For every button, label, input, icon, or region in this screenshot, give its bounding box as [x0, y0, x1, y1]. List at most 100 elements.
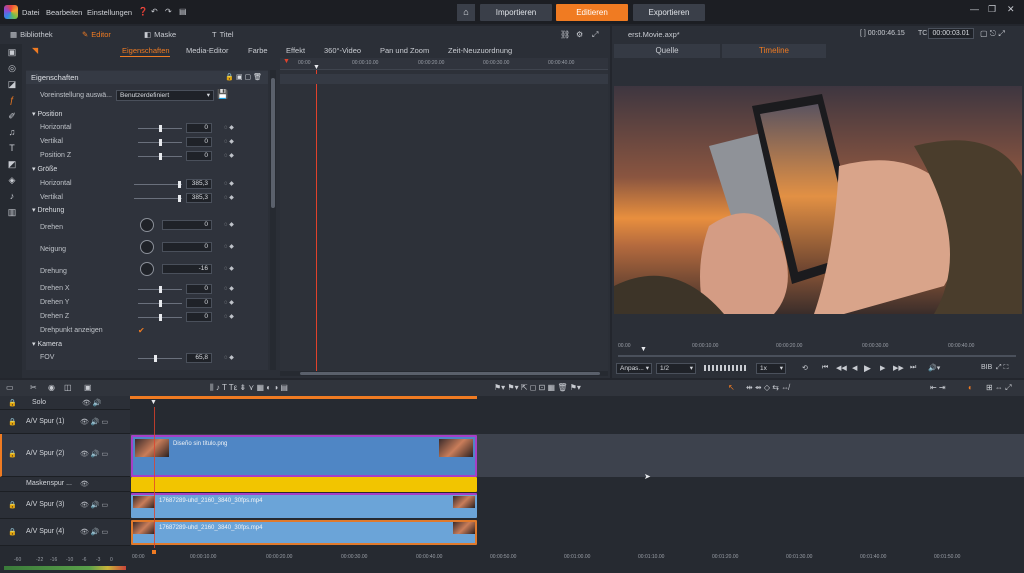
section-camera[interactable]: ▾ Kamera	[32, 340, 62, 348]
size-vertical-slider[interactable]	[134, 195, 182, 202]
size-horizontal-slider[interactable]	[134, 181, 182, 188]
keyframe-area[interactable]	[280, 58, 608, 376]
fit-select[interactable]: Anpas... ▾	[616, 363, 652, 374]
keyframe-icon[interactable]: ◌ ◆	[224, 180, 234, 187]
track-2-name[interactable]: A/V Spur (2)	[26, 450, 65, 457]
vertical-slider[interactable]	[138, 139, 182, 146]
subtab-pan-zoom[interactable]: Pan und Zoom	[380, 46, 429, 55]
magnet-icon[interactable]: ◉	[48, 383, 55, 392]
track-settings-icon[interactable]: ▭	[6, 383, 14, 392]
slider-knob[interactable]	[178, 195, 181, 202]
scrollbar-thumb[interactable]	[271, 78, 275, 208]
transition-icon[interactable]: ◪	[6, 78, 18, 90]
loop-icon[interactable]: ⟲	[802, 364, 808, 372]
slider-knob[interactable]	[154, 355, 157, 362]
fx-icon[interactable]: ƒ	[6, 94, 18, 106]
timecode-field[interactable]: 00:00:03.01	[928, 28, 974, 39]
trim-tools-icon[interactable]: ⇹ ⇴ ◇ ⇆ ⇎	[746, 383, 789, 392]
ripple-icon[interactable]: ◐	[968, 383, 973, 392]
import-button[interactable]: Importieren	[480, 4, 552, 21]
timeline-playhead-icon[interactable]: ▼	[150, 399, 157, 406]
drehen-y-slider[interactable]	[138, 300, 182, 307]
subtab-time-remap[interactable]: Zeit-Neuzuordnung	[448, 46, 512, 55]
close-icon[interactable]: ✕	[1007, 4, 1015, 15]
snapshot-icon[interactable]: ◫	[64, 383, 72, 392]
menu-bearbeiten[interactable]: Bearbeiten	[46, 8, 82, 17]
drehen-z-slider[interactable]	[138, 314, 182, 321]
drehung-input[interactable]: -16	[162, 264, 212, 274]
neigung-input[interactable]: 0	[162, 242, 212, 252]
export-button[interactable]: Exportieren	[633, 4, 705, 21]
track-controls-icon[interactable]: 👁 🔊 ▭	[80, 501, 108, 509]
track-controls-icon[interactable]: 👁 🔊 ▭	[80, 418, 108, 426]
keyframe-icon[interactable]: ◌ ◆	[224, 265, 234, 272]
mask-clip[interactable]	[131, 477, 477, 492]
tab-source[interactable]: Quelle	[614, 44, 720, 58]
size-vertical-input[interactable]: 385,3	[186, 193, 212, 203]
tab-editor[interactable]: ✎ Editor	[82, 30, 111, 39]
keyframe-ruler[interactable]: 00:00 00:00:10.00 00:00:20.00 00:00:30.0…	[280, 58, 608, 70]
media-icon[interactable]: ▣	[6, 46, 18, 58]
section-size[interactable]: ▾ Größe	[32, 165, 57, 173]
pivot-checkbox[interactable]: ✔	[138, 326, 145, 335]
tab-mask[interactable]: ◧ Maske	[144, 30, 176, 39]
neigung-dial[interactable]	[140, 240, 154, 254]
size-horizontal-input[interactable]: 385,3	[186, 179, 212, 189]
preview-ruler[interactable]: 00.00 00:00:10.00 00:00:20.00 00:00:30.0…	[614, 338, 1022, 358]
layers-icon[interactable]: ◈	[6, 174, 18, 186]
minimize-icon[interactable]: —	[970, 4, 979, 14]
scrollbar-thumb[interactable]	[300, 372, 600, 375]
keyframe-icon[interactable]: ◌ ◆	[224, 221, 234, 228]
zoom-tools-icon[interactable]: ⊞ ⇔ ⤢	[986, 383, 1012, 393]
bib-button[interactable]: BIB	[981, 364, 992, 371]
clip-track-4[interactable]: 17687289-uhd_2160_3840_30fps.mp4	[131, 520, 477, 545]
timeline-ruler[interactable]: 00:00 00:00:10.00 00:00:20.00 00:00:30.0…	[0, 548, 1024, 573]
jog-wheel[interactable]	[704, 365, 748, 371]
fullscreen-icon[interactable]: ⤢ ⛶	[996, 364, 1008, 372]
solo-label[interactable]: Solo	[32, 399, 46, 406]
edit-button[interactable]: Editieren	[556, 4, 628, 21]
tab-timeline[interactable]: Timeline	[722, 44, 826, 58]
lock-icon[interactable]: 🔒	[8, 418, 17, 426]
preset-select[interactable]: Benutzerdefiniert ▾	[116, 90, 214, 101]
keyframe-icon[interactable]: ◌ ◆	[224, 243, 234, 250]
skip-back-icon[interactable]: ⏮	[822, 364, 828, 372]
drehen-x-slider[interactable]	[138, 286, 182, 293]
panel-tools-icon[interactable]: 🔒 ▣ ▢ 🗑	[225, 73, 262, 81]
razor-icon[interactable]: ✂	[30, 383, 37, 392]
keyframe-icon[interactable]: ◌ ◆	[224, 138, 234, 145]
tab-title[interactable]: T Titel	[212, 30, 233, 39]
drehung-dial[interactable]	[140, 262, 154, 276]
fov-slider[interactable]	[138, 355, 182, 362]
maximize-icon[interactable]: ❐	[988, 4, 996, 15]
help-icon[interactable]: ❓	[138, 7, 148, 16]
graphics-icon[interactable]: ◩	[6, 158, 18, 170]
track-1-name[interactable]: A/V Spur (1)	[26, 418, 65, 425]
preview-scrub-bar[interactable]	[618, 355, 1016, 357]
track-4-name[interactable]: A/V Spur (4)	[26, 528, 65, 535]
tab-library[interactable]: ▦ Bibliothek	[10, 30, 53, 39]
menu-einstellungen[interactable]: Einstellungen	[87, 8, 132, 17]
slider-knob[interactable]	[159, 286, 162, 293]
lock-icon[interactable]: 🔒	[8, 399, 17, 407]
slider-knob[interactable]	[159, 139, 162, 146]
slider-knob[interactable]	[159, 125, 162, 132]
brush-icon[interactable]: ✐	[6, 110, 18, 122]
subtab-properties[interactable]: Eigenschaften	[122, 46, 170, 55]
drehen-z-input[interactable]: 0	[186, 312, 212, 322]
keyframe-icon[interactable]: ◌ ◆	[224, 354, 234, 361]
redo-icon[interactable]: ↷	[165, 7, 172, 16]
ratio-select[interactable]: 1/2 ▾	[656, 363, 696, 374]
position-z-input[interactable]: 0	[186, 151, 212, 161]
keyframe-icon[interactable]: ◌ ◆	[224, 124, 234, 131]
keyframe-hscroll[interactable]	[280, 371, 608, 376]
playhead-marker[interactable]	[152, 550, 156, 554]
track-controls-icon[interactable]: 👁 🔊 ▭	[80, 450, 108, 458]
speed-select[interactable]: 1x ▾	[756, 363, 786, 374]
drehen-dial[interactable]	[140, 218, 154, 232]
subtab-effect[interactable]: Effekt	[286, 46, 305, 55]
slider-knob[interactable]	[159, 300, 162, 307]
section-rotation[interactable]: ▾ Drehung	[32, 206, 64, 214]
drehen-y-input[interactable]: 0	[186, 298, 212, 308]
document-icon[interactable]: ▤	[179, 7, 187, 16]
